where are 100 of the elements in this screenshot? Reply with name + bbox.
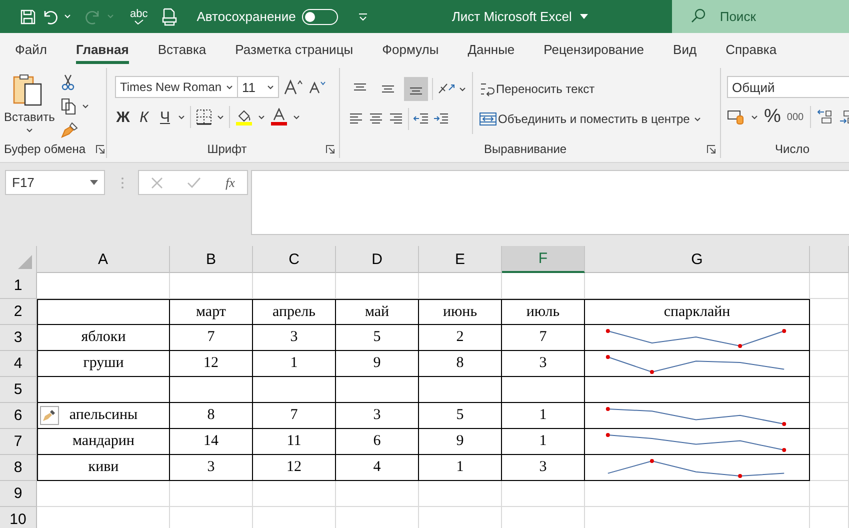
ribbon-tab[interactable]: Формулы — [382, 36, 439, 64]
paste-options-icon[interactable] — [40, 406, 59, 425]
group-label: Шрифт — [207, 142, 247, 156]
font-name-dropdown[interactable]: Times New Roman — [115, 76, 238, 98]
column-header[interactable]: F — [502, 246, 585, 273]
ribbon-tab[interactable]: Рецензирование — [544, 36, 644, 64]
wrap-text-icon[interactable] — [479, 81, 495, 97]
scissors-icon[interactable] — [60, 74, 75, 91]
table-cell: 14 — [170, 429, 253, 455]
caret-icon[interactable] — [293, 114, 300, 120]
table-cell: 1 — [253, 351, 336, 377]
row-header[interactable]: 1 — [0, 273, 37, 299]
decrease-indent-icon[interactable] — [413, 112, 429, 126]
paste-button[interactable]: Вставить — [4, 72, 55, 140]
thousands-separator-button[interactable]: 000 — [786, 112, 804, 122]
format-painter-icon[interactable] — [60, 122, 79, 138]
group-label: Выравнивание — [484, 142, 567, 156]
copy-icon[interactable] — [60, 98, 77, 115]
column-header[interactable]: A — [37, 246, 170, 273]
font-size-dropdown[interactable]: 11 — [237, 76, 279, 98]
caret-icon[interactable] — [26, 128, 33, 133]
caret-icon[interactable] — [226, 84, 233, 90]
merge-center-button[interactable]: Объединить и поместить в центре — [498, 112, 690, 126]
row-header[interactable]: 3 — [0, 325, 37, 351]
search-field[interactable]: Поиск — [672, 0, 849, 33]
fill-color-icon[interactable] — [235, 108, 253, 126]
customize-icon[interactable] — [358, 12, 368, 20]
drag-handle-icon[interactable] — [121, 177, 124, 189]
column-header[interactable]: D — [336, 246, 419, 273]
formula-input[interactable] — [251, 170, 849, 235]
row-header[interactable]: 6 — [0, 403, 37, 429]
table-cell: 11 — [253, 429, 336, 455]
bold-button[interactable]: Ж — [115, 108, 131, 126]
row-header[interactable]: 7 — [0, 429, 37, 455]
grid-cell — [810, 403, 849, 429]
caret-icon[interactable] — [267, 84, 274, 90]
underline-button[interactable]: Ч — [157, 108, 173, 126]
shrink-font-icon[interactable] — [309, 80, 327, 94]
increase-indent-icon[interactable] — [433, 112, 449, 126]
row-header[interactable]: 10 — [0, 507, 37, 528]
row-header[interactable]: 4 — [0, 351, 37, 377]
column-header[interactable]: B — [170, 246, 253, 273]
merge-center-icon[interactable] — [479, 112, 497, 126]
caret-icon[interactable] — [459, 86, 466, 92]
name-box[interactable]: F17 — [5, 170, 105, 195]
borders-icon[interactable] — [196, 109, 212, 125]
table-cell: 8 — [419, 351, 502, 377]
dialog-launcher-icon[interactable] — [707, 145, 716, 154]
align-center-icon[interactable] — [368, 112, 384, 126]
table-cell: 9 — [336, 351, 419, 377]
ribbon-tab[interactable]: Разметка страницы — [235, 36, 354, 64]
column-header[interactable]: G — [585, 246, 810, 273]
caret-icon[interactable] — [178, 114, 185, 120]
align-left-icon[interactable] — [348, 112, 364, 126]
row-header[interactable]: 9 — [0, 481, 37, 507]
table-cell: яблоки — [37, 325, 170, 351]
spelling-label[interactable]: abc — [130, 8, 148, 18]
align-right-icon[interactable] — [388, 112, 404, 126]
table-cell: 9 — [419, 429, 502, 455]
percent-button[interactable]: % — [764, 106, 781, 128]
ribbon-tab[interactable]: Данные — [468, 36, 515, 64]
column-header[interactable]: C — [253, 246, 336, 273]
insert-function-button[interactable]: fx — [226, 174, 235, 190]
dialog-launcher-icon[interactable] — [96, 144, 105, 154]
caret-icon[interactable] — [751, 114, 758, 120]
caret-icon[interactable] — [258, 114, 265, 120]
ribbon-tab[interactable]: Вставка — [158, 36, 206, 64]
number-format-dropdown[interactable]: Общий — [727, 76, 849, 98]
dialog-launcher-icon[interactable] — [326, 145, 335, 154]
table-cell: 5 — [419, 403, 502, 429]
caret-icon[interactable] — [82, 104, 89, 109]
save-icon[interactable] — [20, 8, 36, 24]
caret-icon[interactable] — [90, 180, 98, 185]
row-header[interactable]: 8 — [0, 455, 37, 481]
autosave-toggle[interactable] — [302, 8, 338, 24]
ribbon-tab[interactable]: Вид — [673, 36, 697, 64]
window-title: Лист Microsoft Excel — [452, 9, 572, 24]
row-header[interactable]: 5 — [0, 377, 37, 403]
ribbon-tab[interactable]: Файл — [15, 36, 47, 64]
ribbon-tab[interactable]: Справка — [726, 36, 777, 64]
table-cell: 8 — [170, 403, 253, 429]
font-color-icon[interactable] — [270, 108, 288, 126]
check-icon[interactable] — [187, 176, 202, 188]
wrap-text-button[interactable]: Переносить текст — [496, 82, 595, 96]
table-header-cell: июнь — [419, 299, 502, 325]
caret-icon[interactable] — [694, 116, 701, 122]
undo-icon[interactable] — [42, 8, 58, 24]
caret-icon[interactable] — [217, 114, 224, 120]
table-cell: 5 — [336, 325, 419, 351]
grow-font-icon[interactable] — [284, 79, 304, 95]
align-bottom-button[interactable] — [404, 77, 428, 101]
caret-icon[interactable] — [580, 14, 588, 19]
increase-decimal-icon[interactable] — [816, 109, 833, 125]
italic-button[interactable]: К — [136, 108, 152, 126]
table-cell: 1 — [502, 403, 585, 429]
grid-cell — [810, 481, 849, 507]
print-preview-icon[interactable] — [162, 8, 177, 26]
currency-format-icon[interactable] — [727, 109, 745, 125]
row-header[interactable]: 2 — [0, 299, 37, 325]
table-cell: 3 — [253, 325, 336, 351]
